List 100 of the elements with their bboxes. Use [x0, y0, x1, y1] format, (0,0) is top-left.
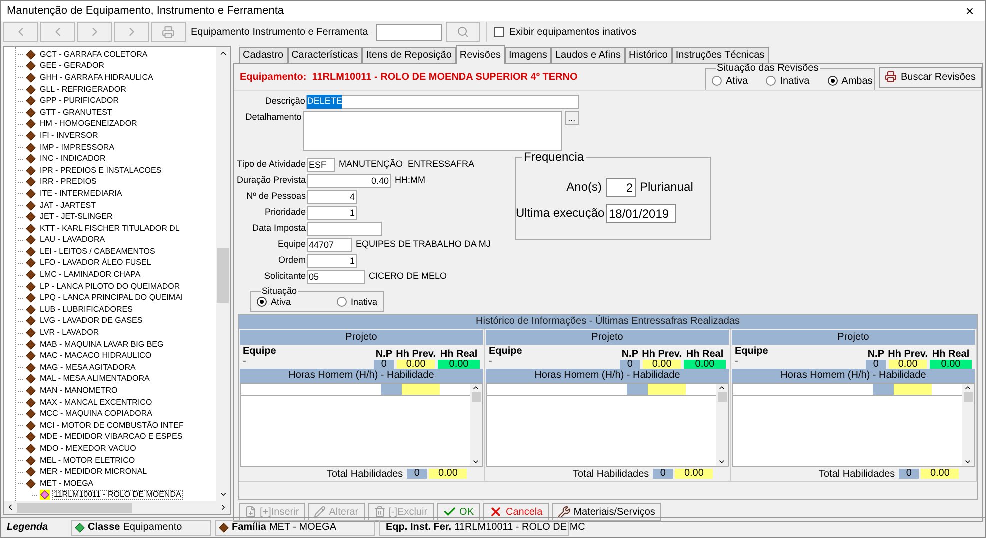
tree-item[interactable]: MDO - MEXEDOR VACUO	[39, 444, 138, 453]
radio-button[interactable]	[766, 76, 776, 86]
tree-item[interactable]: MAG - MESA AGITADORA	[39, 364, 137, 372]
input-field[interactable]: 05	[307, 270, 365, 284]
value-cell: 0.00	[438, 360, 480, 369]
grid-row[interactable]	[733, 384, 962, 396]
printer-icon	[884, 71, 897, 83]
tree-item[interactable]: GPP - PURIFICADOR	[39, 97, 120, 106]
tree-item[interactable]: LFO - LAVADOR ÁLEO FUSEL	[39, 259, 152, 268]
diamond-icon	[26, 84, 36, 95]
tab[interactable]: Características	[288, 47, 362, 63]
tree-item[interactable]: JAT - JARTEST	[39, 202, 98, 210]
input-field[interactable]: 2	[606, 178, 636, 196]
radio-button[interactable]	[337, 297, 348, 308]
input-field[interactable]: 1	[307, 206, 357, 220]
tree-item[interactable]: KTT - KARL FISCHER TITULADOR DL	[39, 224, 181, 233]
input-field[interactable]: 0.40	[307, 174, 391, 188]
tree-item[interactable]: LPQ - LANCA PRINCIPAL DO QUEIMAI	[39, 294, 184, 302]
horizontal-scrollbar[interactable]	[4, 501, 230, 514]
tree-item[interactable]: MET - MOEGA	[39, 480, 95, 488]
tree-item[interactable]: GHH - GARRAFA HIDRAULICA	[39, 74, 154, 82]
tree-item[interactable]: ITE - INTERMEDIARIA	[39, 190, 124, 198]
tree-item[interactable]: MAB - MAQUINA LAVAR BIG BEG	[39, 340, 165, 349]
tab[interactable]: Itens de Reposição	[362, 47, 456, 63]
history-title: Histórico de Informações - Últimas Entressafras Realizadas	[239, 315, 977, 329]
input-field[interactable]: 18/01/2019	[606, 204, 676, 222]
input-field[interactable]	[307, 222, 382, 236]
ellipsis-button[interactable]: ...	[564, 111, 579, 125]
tree-item[interactable]: LVG - LAVADOR DE GASES	[39, 317, 144, 326]
tab[interactable]: Revisões	[456, 45, 506, 64]
tree-item[interactable]: MER - MEDIDOR MICRONAL	[39, 468, 148, 476]
tree-item[interactable]: GEE - GERADOR	[39, 62, 106, 70]
diamond-icon	[26, 362, 36, 373]
tree-item[interactable]: MAN - MANOMETRO	[39, 387, 119, 396]
tree-item[interactable]: MAX - MANCAL EXCENTRICO	[39, 398, 154, 407]
description-field[interactable]: DELETE	[306, 95, 579, 109]
panel-header: Projeto	[732, 330, 975, 345]
status-name: Família	[232, 521, 266, 535]
tree-item[interactable]: GTT - GRANUTEST	[39, 108, 114, 117]
team-value: -	[735, 357, 738, 367]
radio-button[interactable]	[828, 76, 838, 86]
panel-header: Projeto	[240, 330, 483, 345]
close-button[interactable]: ×	[955, 4, 985, 18]
tree-item[interactable]: LMC - LAMINADOR CHAPA	[39, 271, 142, 280]
tree-item[interactable]: IFI - INVERSOR	[39, 132, 100, 140]
field-label: Ultima execução	[516, 205, 602, 222]
radio-button[interactable]	[257, 297, 267, 308]
tree-item[interactable]: IRR - PREDIOS	[39, 178, 98, 186]
tree-item[interactable]: MAL - MESA ALIMENTADORA	[39, 375, 151, 384]
checkbox[interactable]	[494, 27, 504, 37]
tree-item[interactable]: HM - HOMOGENEIZADOR	[39, 120, 138, 128]
scroll-thumb[interactable]	[472, 392, 480, 402]
tree-item[interactable]: LVR - LAVADOR	[39, 329, 100, 338]
tree-item[interactable]: LAU - LAVADORA	[39, 236, 106, 244]
search-button[interactable]	[446, 22, 480, 42]
tree-item[interactable]: MEL - MOTOR ELETRICO	[39, 456, 136, 465]
diamond-icon	[26, 316, 36, 326]
tab[interactable]: Laudos e Afins	[551, 47, 625, 63]
scroll-thumb[interactable]	[718, 392, 726, 402]
scroll-thumb[interactable]	[964, 392, 972, 402]
tree-item[interactable]: MCI - MOTOR DE COMBUSTÃO INTEF	[39, 422, 185, 430]
tree-item[interactable]: JET - JET-SLINGER	[39, 213, 114, 222]
grid-row[interactable]	[487, 384, 716, 396]
input-field[interactable]: 1	[307, 254, 357, 268]
tree-item[interactable]: MAC - MACACO HIDRAULICO	[39, 352, 153, 360]
input-field[interactable]: 4	[307, 190, 357, 204]
tab[interactable]: Instruções Técnicas	[672, 47, 769, 63]
vertical-scrollbar[interactable]	[962, 384, 974, 466]
search-revisions-button[interactable]: Buscar Revisões	[878, 66, 982, 88]
vertical-scrollbar[interactable]	[716, 384, 728, 466]
tree-item[interactable]: LP - LANCA PILOTO DO QUEIMADOR	[39, 282, 182, 291]
tree-item[interactable]: MDE - MEDIDOR VIBARCAO E ESPES	[39, 433, 184, 442]
scroll-thumb[interactable]	[217, 248, 229, 303]
tree-item[interactable]: IMP - IMPRESSORA	[39, 144, 116, 152]
input-field[interactable]: 44707	[307, 238, 352, 252]
tab[interactable]: Cadastro	[239, 47, 288, 63]
value-cell: 0.00	[397, 360, 436, 369]
tree-item[interactable]: GLL - REFRIGERADOR	[39, 86, 128, 94]
tab[interactable]: Imagens	[505, 47, 552, 63]
tree-item[interactable]: IPR - PREDIOS E INSTALACOES	[39, 166, 163, 175]
action-button[interactable]: Materiais/Serviços	[552, 503, 662, 521]
input-field[interactable]: ESF	[307, 158, 335, 172]
tree-item[interactable]: 11RLM10011 - ROLO DE MOENDA	[53, 491, 182, 500]
grid-row[interactable]	[241, 384, 470, 396]
diamond-icon	[26, 154, 36, 164]
tree-item[interactable]: LUB - LUBRIFICADORES	[39, 306, 134, 314]
details-field[interactable]	[302, 111, 562, 151]
tree-item[interactable]: MCC - MAQUINA COPIADORA	[39, 410, 154, 418]
tree-item[interactable]: GCT - GARRAFA COLETORA	[39, 50, 149, 59]
value-cell: 0.00	[889, 360, 928, 369]
diamond-icon	[26, 432, 36, 442]
radio-button[interactable]	[712, 76, 722, 86]
search-field[interactable]	[376, 24, 442, 40]
tree-item[interactable]: LEI - LEITOS / CABEAMENTOS	[39, 248, 156, 256]
field-label: Detalhamento	[244, 111, 302, 124]
vertical-scrollbar[interactable]	[216, 47, 230, 501]
vertical-scrollbar[interactable]	[470, 384, 482, 466]
tree-item[interactable]: INC - INDICADOR	[39, 155, 107, 164]
scroll-thumb[interactable]	[17, 502, 132, 512]
tab[interactable]: Histórico	[625, 47, 672, 63]
